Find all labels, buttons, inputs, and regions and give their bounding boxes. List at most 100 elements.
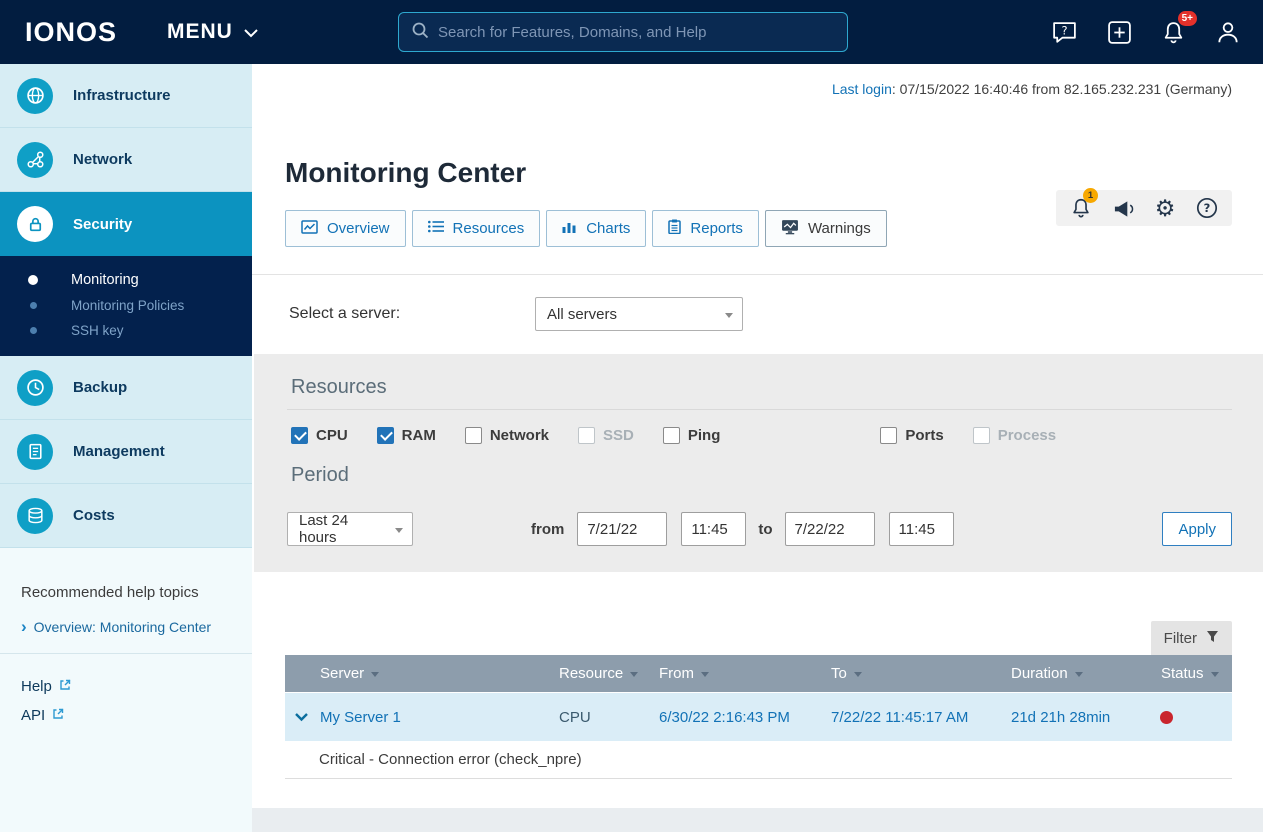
ionos-logo[interactable]: IONOS: [25, 17, 117, 48]
tab-charts[interactable]: Charts: [546, 210, 647, 247]
network-icon: [17, 141, 53, 178]
tab-overview[interactable]: Overview: [285, 210, 406, 247]
api-label: API: [21, 707, 46, 724]
checkbox-label: RAM: [401, 427, 436, 444]
help-topic-label: Overview: Monitoring Center: [33, 618, 212, 635]
last-login-link[interactable]: Last login: [832, 81, 892, 97]
sidebar-item-infrastructure[interactable]: Infrastructure: [0, 64, 252, 128]
submenu-label: SSH key: [71, 323, 124, 338]
apply-button[interactable]: Apply: [1162, 512, 1232, 546]
topbar-icons: ? 5+: [1051, 0, 1241, 64]
sidebar-item-management[interactable]: Management: [0, 420, 252, 484]
checkbox-ports[interactable]: Ports: [880, 427, 944, 444]
from-label: from: [531, 520, 565, 538]
sidebar-item-label: Network: [73, 151, 133, 168]
sort-icon: [630, 672, 639, 677]
main-content: Last login: 07/15/2022 16:40:46 from 82.…: [252, 64, 1263, 832]
tab-warnings[interactable]: Warnings: [764, 210, 887, 247]
help-question-icon[interactable]: ?: [1192, 195, 1222, 221]
sidebar-item-network[interactable]: Network: [0, 128, 252, 192]
from-date-input[interactable]: [577, 512, 668, 546]
search-input[interactable]: [438, 23, 835, 41]
security-submenu: Monitoring Monitoring Policies SSH key: [0, 256, 252, 356]
search-icon: [411, 21, 429, 43]
column-header-duration[interactable]: Duration: [991, 655, 1141, 692]
alerts-bell-icon[interactable]: 1: [1066, 188, 1098, 221]
table-actions: Filter: [285, 621, 1232, 655]
clipboard-icon: [668, 219, 682, 238]
menu-button[interactable]: MENU: [167, 20, 259, 44]
sidebar-item-security[interactable]: Security: [0, 192, 252, 256]
row-expander[interactable]: [285, 693, 319, 741]
overview-icon: [301, 219, 318, 238]
checkbox-icon: [376, 427, 394, 444]
column-label: Server: [320, 665, 365, 682]
chevron-down-icon: [395, 528, 403, 533]
warnings-monitor-icon: [781, 219, 799, 239]
server-select-dropdown[interactable]: All servers: [535, 297, 743, 331]
column-label: To: [831, 665, 847, 682]
notifications-bell-icon[interactable]: 5+: [1161, 10, 1197, 45]
tab-label: Reports: [690, 220, 743, 237]
page-background-strip: [252, 808, 1263, 832]
costs-coins-icon: [17, 497, 53, 534]
sidebar-item-backup[interactable]: Backup: [0, 356, 252, 420]
help-link[interactable]: Help: [21, 678, 231, 695]
column-header-from[interactable]: From: [639, 655, 811, 692]
checkbox-icon: [464, 427, 482, 444]
server-link[interactable]: My Server 1: [320, 709, 401, 726]
submenu-item-monitoring[interactable]: Monitoring: [0, 267, 252, 293]
checkbox-label: CPU: [316, 427, 348, 444]
filter-label: Filter: [1163, 629, 1197, 647]
sidebar-item-label: Costs: [73, 507, 115, 524]
create-plus-icon[interactable]: [1107, 20, 1132, 45]
account-user-icon[interactable]: [1215, 19, 1241, 45]
table-header: Server Resource From To Duration Status: [285, 655, 1232, 692]
column-header-server[interactable]: Server: [319, 655, 539, 692]
checkbox-network[interactable]: Network: [464, 427, 550, 444]
svg-text:?: ?: [1204, 201, 1211, 215]
to-date-input[interactable]: [784, 512, 875, 546]
help-topics-title: Recommended help topics: [21, 584, 199, 601]
announcements-megaphone-icon[interactable]: [1108, 195, 1138, 221]
page-title: Monitoring Center: [285, 157, 527, 188]
tab-label: Warnings: [807, 220, 871, 237]
submenu-item-ssh-key[interactable]: SSH key: [0, 318, 252, 343]
checkbox-ram[interactable]: RAM: [376, 427, 436, 444]
filters-section: Resources CPU RAM Network SSD Ping Ports…: [254, 354, 1263, 572]
settings-gear-icon[interactable]: ⚙: [1150, 195, 1180, 221]
submenu-item-monitoring-policies[interactable]: Monitoring Policies: [0, 293, 252, 318]
list-icon: [427, 220, 444, 237]
checkbox-label: Network: [489, 427, 550, 444]
column-header-status[interactable]: Status: [1141, 655, 1232, 692]
api-link[interactable]: API: [21, 707, 231, 724]
expander-column-header: [285, 655, 319, 692]
period-preset-dropdown[interactable]: Last 24 hours: [287, 512, 413, 546]
column-header-to[interactable]: To: [811, 655, 991, 692]
tab-label: Overview: [327, 220, 390, 237]
sidebar-item-costs[interactable]: Costs: [0, 484, 252, 548]
alerts-badge: 1: [1083, 188, 1098, 203]
cell-server[interactable]: My Server 1: [319, 693, 539, 741]
checkbox-cpu[interactable]: CPU: [291, 427, 348, 444]
resources-heading: Resources: [291, 376, 387, 398]
cell-duration: 21d 21h 28min: [1011, 708, 1111, 726]
global-search[interactable]: [398, 12, 848, 52]
filter-funnel-icon: [1206, 630, 1219, 647]
help-chat-icon[interactable]: ?: [1051, 20, 1078, 45]
filter-button[interactable]: Filter: [1150, 621, 1232, 655]
management-document-icon: [17, 433, 53, 470]
help-topic-link[interactable]: › Overview: Monitoring Center: [21, 618, 231, 635]
last-login: Last login: 07/15/2022 16:40:46 from 82.…: [285, 81, 1232, 97]
checkbox-ping[interactable]: Ping: [662, 427, 720, 444]
from-time-input[interactable]: [681, 512, 747, 546]
column-header-resource[interactable]: Resource: [539, 655, 639, 692]
to-time-input[interactable]: [888, 512, 954, 546]
submenu-label: Monitoring: [71, 272, 139, 288]
tab-reports[interactable]: Reports: [652, 210, 759, 247]
chevron-down-icon: [725, 313, 733, 318]
status-critical-dot: [1160, 710, 1173, 724]
tab-resources[interactable]: Resources: [411, 210, 541, 247]
cell-status: [1141, 693, 1232, 741]
checkbox-label: SSD: [603, 427, 634, 444]
